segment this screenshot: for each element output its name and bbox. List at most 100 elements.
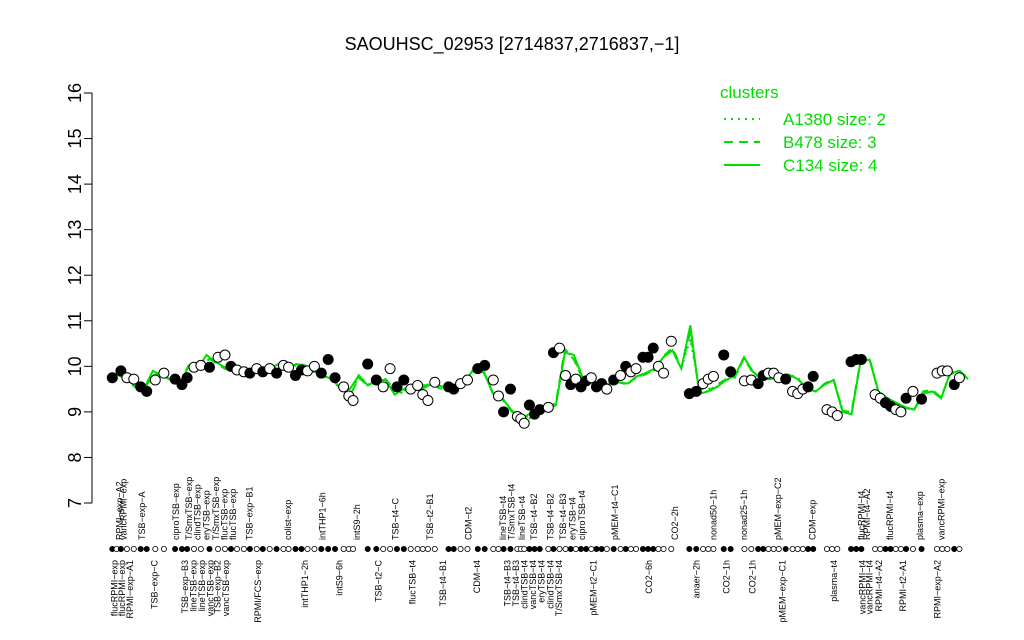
x-tick-label: T/SmxTSB−t4 [507, 484, 517, 540]
data-point [802, 381, 814, 393]
data-point [855, 354, 867, 365]
rug-mark [419, 546, 426, 553]
data-point [585, 372, 597, 384]
x-tick-label: TSB−t4−B2 [545, 493, 555, 540]
rug-mark [934, 546, 941, 553]
data-point [498, 406, 510, 418]
y-tick-label: 9 [65, 407, 85, 417]
data-point [615, 369, 627, 381]
rug-mark [622, 546, 629, 553]
rug-mark [727, 546, 734, 553]
rug-mark [298, 546, 305, 553]
data-point [362, 358, 374, 370]
x-tick-label: CDM−exp [808, 500, 818, 540]
x-tick-label: RPMI−exp−A2 [932, 560, 942, 619]
data-point [658, 367, 670, 379]
x-tick-label: RPMI−exp−A1 [125, 560, 135, 619]
rug-mark [578, 546, 585, 553]
rug-mark [686, 546, 693, 553]
data-point [916, 393, 928, 405]
rug-mark [944, 546, 951, 553]
x-labels-top: RPMI−exp−A2vancRPMI−exp TSB−exp−A ciproTSB… [114, 477, 946, 540]
x-tick-label: ciproTSB−exp [171, 483, 181, 540]
rug-mark [872, 546, 879, 553]
rug-mark [633, 546, 640, 553]
data-point [542, 401, 554, 413]
x-tick-label: colist−exp [283, 500, 293, 540]
rug-mark [639, 546, 646, 553]
rug-mark [882, 546, 889, 553]
data-point [504, 383, 516, 395]
x-tick-label: flucTSB−t4 [408, 560, 418, 604]
rug-mark [474, 546, 481, 553]
sample-rug [109, 546, 963, 553]
rug-mark [143, 546, 150, 553]
legend-label: B478 size: 3 [783, 133, 877, 152]
rug-mark [292, 546, 299, 553]
rug-mark [951, 546, 958, 553]
rug-mark [810, 546, 817, 553]
data-point [384, 363, 396, 375]
rug-mark [266, 546, 273, 553]
rug-mark [414, 546, 421, 553]
data-point [347, 395, 359, 406]
rug-mark [877, 546, 884, 553]
data-point [377, 381, 389, 393]
data-point [907, 385, 919, 397]
data-point [398, 374, 410, 386]
rug-mark [834, 546, 841, 553]
rug-mark [645, 546, 652, 553]
rug-mark [789, 546, 796, 553]
data-point [322, 354, 334, 365]
data-point [479, 359, 491, 371]
rug-mark [536, 546, 543, 553]
x-tick-label: TSB−t4−B3 [558, 493, 568, 540]
rug-mark [424, 546, 431, 553]
rug-mark [603, 546, 610, 553]
x-tick-label: flucTSB−exp [228, 489, 238, 540]
rug-mark [572, 546, 579, 553]
x-tick-label: CO2−1h [722, 560, 732, 594]
rug-mark [853, 546, 860, 553]
x-tick-label: plasma−t4 [829, 560, 839, 602]
y-tick-label: 14 [65, 174, 85, 194]
rug-mark [318, 546, 325, 553]
data-point [780, 373, 792, 385]
rug-mark [206, 546, 213, 553]
rug-mark [152, 546, 159, 553]
rug-mark [332, 546, 339, 553]
x-tick-label: eryTSB−exp [201, 490, 211, 540]
x-tick-label: lineTSB−t4 [517, 496, 527, 540]
rug-mark [765, 546, 772, 553]
data-point [647, 342, 659, 354]
rug-mark [617, 546, 624, 553]
data-point [523, 399, 535, 411]
chart-title: SAOUHSC_02953 [2714837,2716837,−1] [345, 34, 680, 55]
x-tick-label: nonad25−1h [739, 490, 749, 540]
data-point [203, 361, 215, 373]
rug-mark [705, 546, 712, 553]
rug-mark [521, 546, 528, 553]
data-point [665, 335, 677, 347]
rug-mark [197, 546, 204, 553]
x-labels-bottom: flucRPMI−expflucRPMI−expRPMI−exp−A1 TSB−e… [109, 560, 942, 623]
rug-mark [755, 546, 762, 553]
y-tick-label: 12 [65, 265, 85, 285]
y-tick-label: 16 [65, 83, 85, 103]
data-point [560, 369, 572, 381]
rug-mark [782, 546, 789, 553]
data-point [412, 379, 424, 391]
data-point [461, 374, 473, 386]
rug-mark [710, 546, 717, 553]
data-point [283, 361, 295, 373]
rug-mark [500, 546, 507, 553]
rug-mark [184, 546, 191, 553]
rug-mark [598, 546, 605, 553]
rug-mark [668, 546, 675, 553]
rug-mark [918, 546, 925, 553]
rug-mark [741, 546, 748, 553]
rug-mark [526, 546, 533, 553]
x-tick-label: TSB−exp−B1 [244, 486, 254, 540]
rug-mark [464, 546, 471, 553]
x-tick-label: CDM−t2 [464, 507, 474, 540]
